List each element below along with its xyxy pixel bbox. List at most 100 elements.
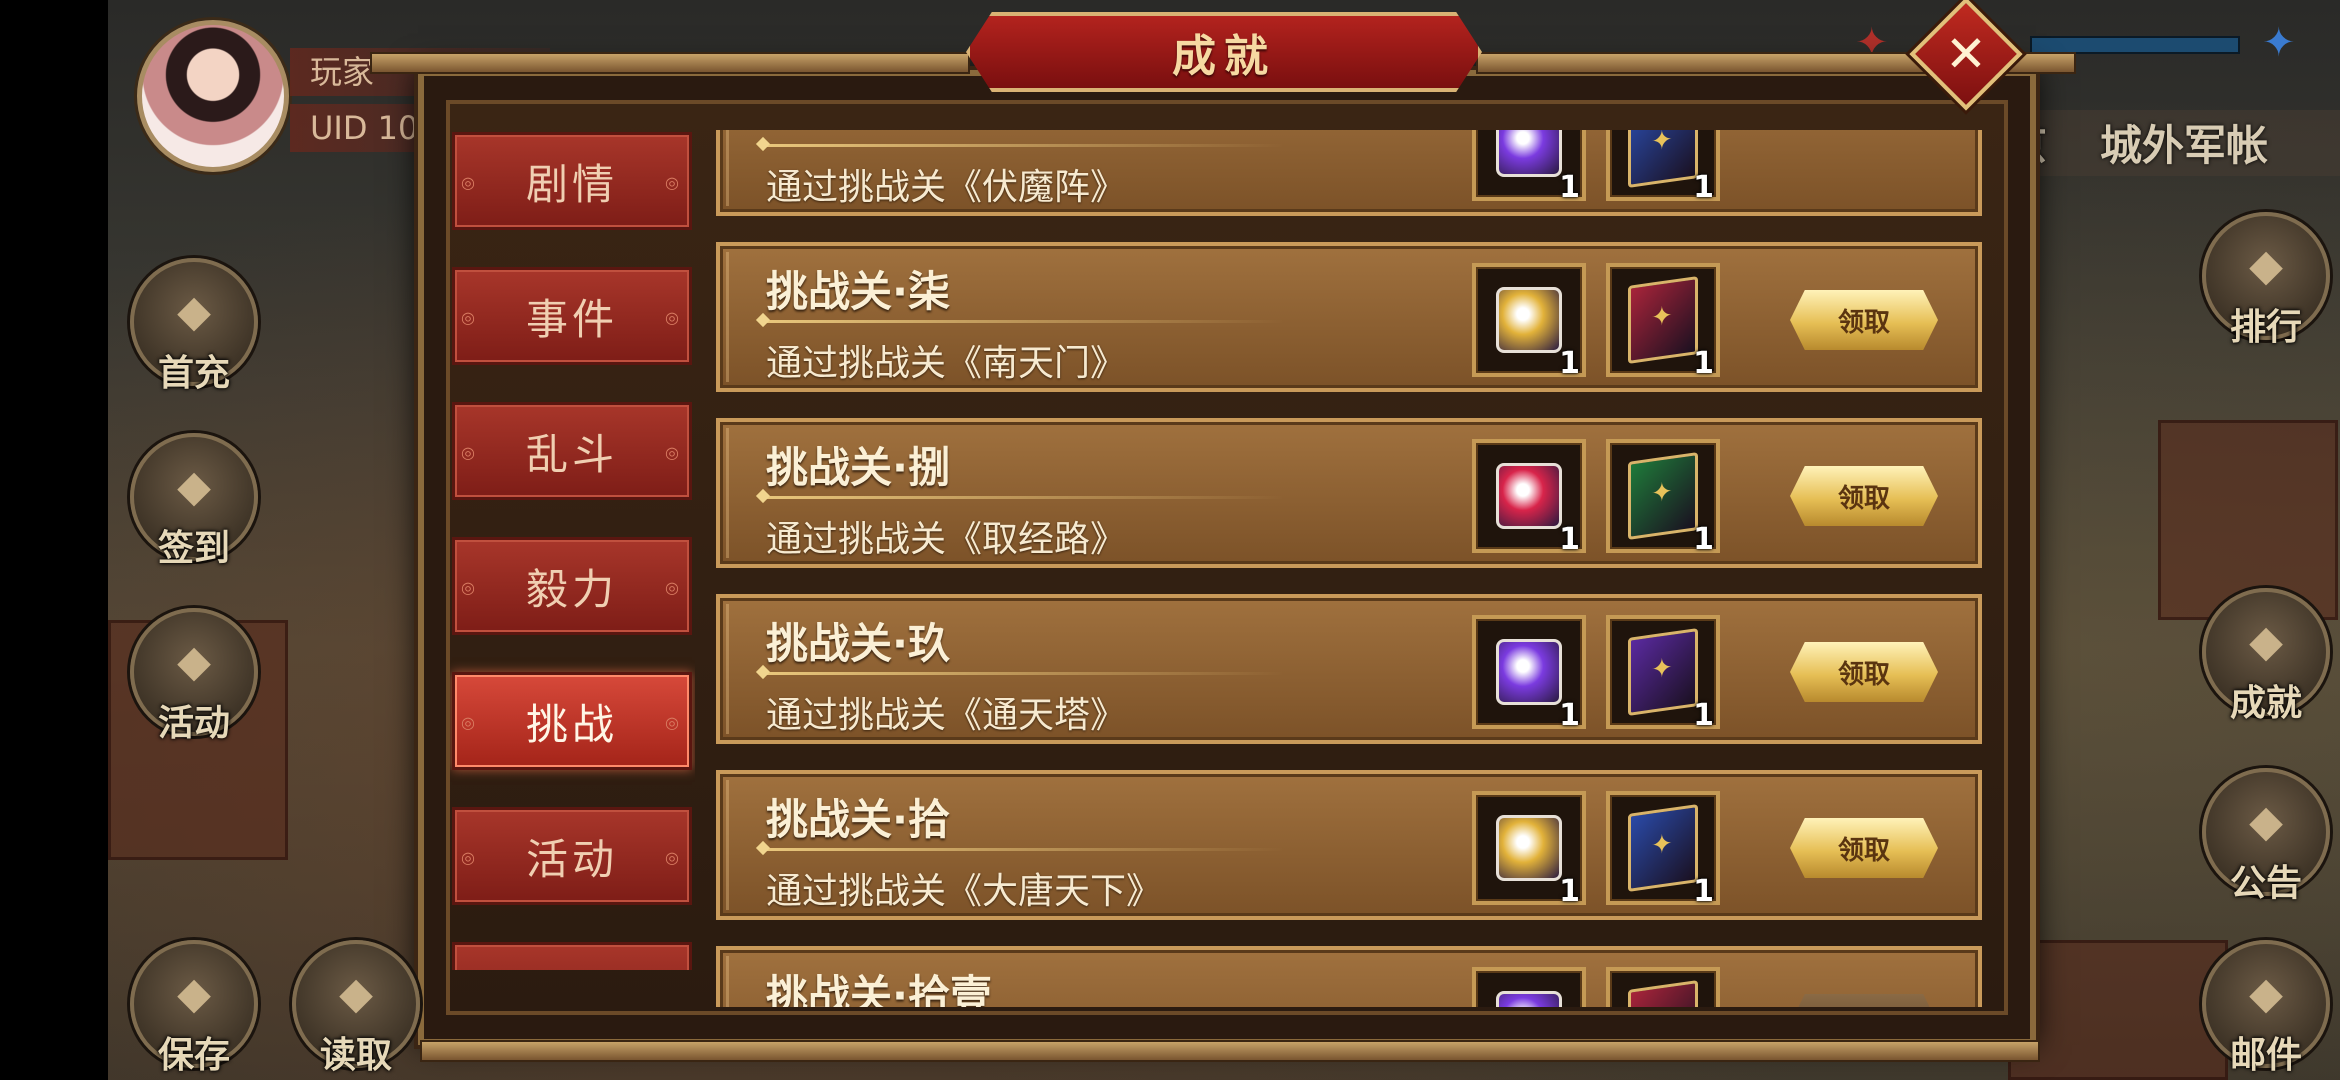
reward-count: 1: [1559, 874, 1580, 909]
gift-pouch-icon: ◆: [177, 286, 211, 337]
swirl-ornament-icon: ◎: [461, 578, 479, 597]
row-divider: [764, 320, 1284, 323]
gold-gem-icon: [1496, 287, 1562, 353]
tab-label: 乱斗: [525, 429, 618, 479]
side-button-label: 邮件: [2229, 1035, 2302, 1076]
side-button-bamboo-scroll[interactable]: ◆ 公告: [2202, 768, 2330, 904]
purple-gem-icon: [1496, 130, 1562, 177]
reward-slot[interactable]: 1: [1606, 791, 1720, 909]
side-button-arrow-up[interactable]: ◆ 读取: [292, 940, 420, 1076]
reward-slot[interactable]: 1: [1472, 439, 1586, 557]
tab-label: 事件: [525, 294, 618, 344]
achievement-description: 通过挑战关《大唐天下》: [766, 871, 1163, 912]
reward-count: 1: [1693, 874, 1714, 909]
achievement-row: 挑战关·玖通过挑战关《通天塔》 1 1 领取: [716, 594, 1982, 744]
tab-6[interactable]: ◎ 活动 ◎: [452, 807, 692, 905]
side-button-mail[interactable]: ◆ 邮件: [2202, 940, 2330, 1076]
achievement-description: 通过挑战关《通天塔》: [766, 695, 1127, 736]
swirl-ornament-icon: ◎: [665, 173, 683, 192]
claim-button[interactable]: 领取: [1790, 642, 1938, 702]
tab-5[interactable]: ◎ 挑战 ◎: [452, 672, 692, 770]
arrow-up-icon: ◆: [339, 968, 373, 1019]
achievement-description: 通过挑战关《南天门》: [766, 343, 1127, 384]
reward-slot[interactable]: 1: [1606, 130, 1720, 205]
top-nav-item-camp[interactable]: 城外军帐: [2100, 112, 2268, 173]
reward-count: 1: [1693, 522, 1714, 557]
row-divider: [764, 672, 1284, 675]
side-button-label: 保存: [157, 1035, 230, 1076]
tab-label: 毅力: [525, 564, 618, 614]
mail-icon: ◆: [2249, 968, 2283, 1019]
dialog-title-plate: 成就: [966, 12, 1482, 92]
swirl-ornament-icon: ◎: [665, 443, 683, 462]
reward-count: 1: [1693, 698, 1714, 733]
reward-slot[interactable]: 1: [1472, 791, 1586, 909]
reward-count: 1: [1693, 346, 1714, 381]
achievement-row: 挑战关·柒通过挑战关《南天门》 1 1 领取: [716, 242, 1982, 392]
claim-button-partial: [1790, 994, 1938, 1007]
achievement-row: 通过挑战关《伏魔阵》11未达成: [716, 130, 1982, 216]
reward-slot[interactable]: 1: [1606, 439, 1720, 557]
tab-1[interactable]: ◎ 剧情 ◎: [452, 132, 692, 230]
claim-button[interactable]: 领取: [1790, 466, 1938, 526]
blue-book-icon: [1628, 130, 1698, 188]
red-book-icon: [1628, 980, 1698, 1007]
tab-label: 活动: [525, 834, 618, 884]
reward-slot[interactable]: [1472, 967, 1586, 1007]
tab-partial[interactable]: [452, 942, 692, 970]
tab-4[interactable]: ◎ 毅力 ◎: [452, 537, 692, 635]
purple-book-icon: [1628, 628, 1698, 716]
achievement-row: 挑战关·捌通过挑战关《取经路》 1 1 领取: [716, 418, 1982, 568]
dialog-top-rail-left: [370, 52, 970, 74]
row-ornament: [726, 956, 766, 1007]
swirl-ornament-icon: ◎: [665, 308, 683, 327]
tab-2[interactable]: ◎ 事件 ◎: [452, 267, 692, 365]
achievement-row: 挑战关·拾壹: [716, 946, 1982, 1007]
treasure-icon: ◆: [177, 636, 211, 687]
rank-board-icon: ◆: [2249, 240, 2283, 291]
red-book-icon: [1628, 276, 1698, 364]
side-button-rank-board[interactable]: ◆ 排行: [2202, 212, 2330, 348]
category-tabs: ◎ 剧情 ◎ ◎ 事件 ◎ ◎ 乱斗 ◎ ◎ 毅力 ◎ ◎ 挑战 ◎ ◎ 活动 ◎: [450, 130, 695, 970]
reward-slot[interactable]: [1606, 967, 1720, 1007]
side-button-gift-pouch[interactable]: ◆ 首充: [130, 258, 258, 394]
swirl-ornament-icon: ◎: [461, 848, 479, 867]
achievement-list[interactable]: 通过挑战关《伏魔阵》11未达成挑战关·柒通过挑战关《南天门》11领取挑战关·捌通…: [714, 130, 1984, 1007]
reward-count: 1: [1693, 170, 1714, 205]
claim-button[interactable]: 领取: [1790, 818, 1938, 878]
scene-building: [2008, 940, 2228, 1080]
swirl-ornament-icon: ◎: [461, 173, 479, 192]
side-button-achievement-chest[interactable]: ◆ 成就: [2202, 588, 2330, 724]
reward-slot[interactable]: 1: [1606, 263, 1720, 381]
reward-count: 1: [1559, 698, 1580, 733]
side-button-arrow-down[interactable]: ◆ 保存: [130, 940, 258, 1076]
reward-slot[interactable]: 1: [1472, 130, 1586, 205]
swirl-ornament-icon: ◎: [665, 713, 683, 732]
reward-count: 1: [1559, 522, 1580, 557]
reward-slot[interactable]: 1: [1472, 263, 1586, 381]
row-divider: [764, 848, 1284, 851]
blue-book-icon: [1628, 804, 1698, 892]
tab-3[interactable]: ◎ 乱斗 ◎: [452, 402, 692, 500]
purple-gem-icon: [1496, 639, 1562, 705]
gold-gem-icon: [1496, 815, 1562, 881]
reward-count: 1: [1559, 170, 1580, 205]
side-button-scroll-brush[interactable]: ◆ 签到: [130, 433, 258, 569]
claim-button[interactable]: 领取: [1790, 290, 1938, 350]
reward-slot[interactable]: 1: [1472, 615, 1586, 733]
row-divider: [764, 144, 1284, 147]
achievement-description: 通过挑战关《伏魔阵》: [766, 167, 1127, 208]
reward-slot[interactable]: 1: [1606, 615, 1720, 733]
achievement-title: 挑战关·拾: [766, 795, 950, 844]
player-avatar[interactable]: [137, 20, 289, 172]
side-button-label: 读取: [319, 1035, 392, 1076]
tab-label: 剧情: [525, 159, 618, 209]
achievement-row: 挑战关·拾通过挑战关《大唐天下》 1 1 领取: [716, 770, 1982, 920]
side-button-treasure[interactable]: ◆ 活动: [130, 608, 258, 744]
side-button-label: 排行: [2229, 307, 2302, 348]
achievement-title: 挑战关·玖: [766, 619, 950, 668]
achievement-chest-icon: ◆: [2249, 616, 2283, 667]
reward-count: 1: [1559, 346, 1580, 381]
achievement-title: 挑战关·柒: [766, 267, 950, 316]
side-button-label: 首充: [157, 353, 230, 394]
